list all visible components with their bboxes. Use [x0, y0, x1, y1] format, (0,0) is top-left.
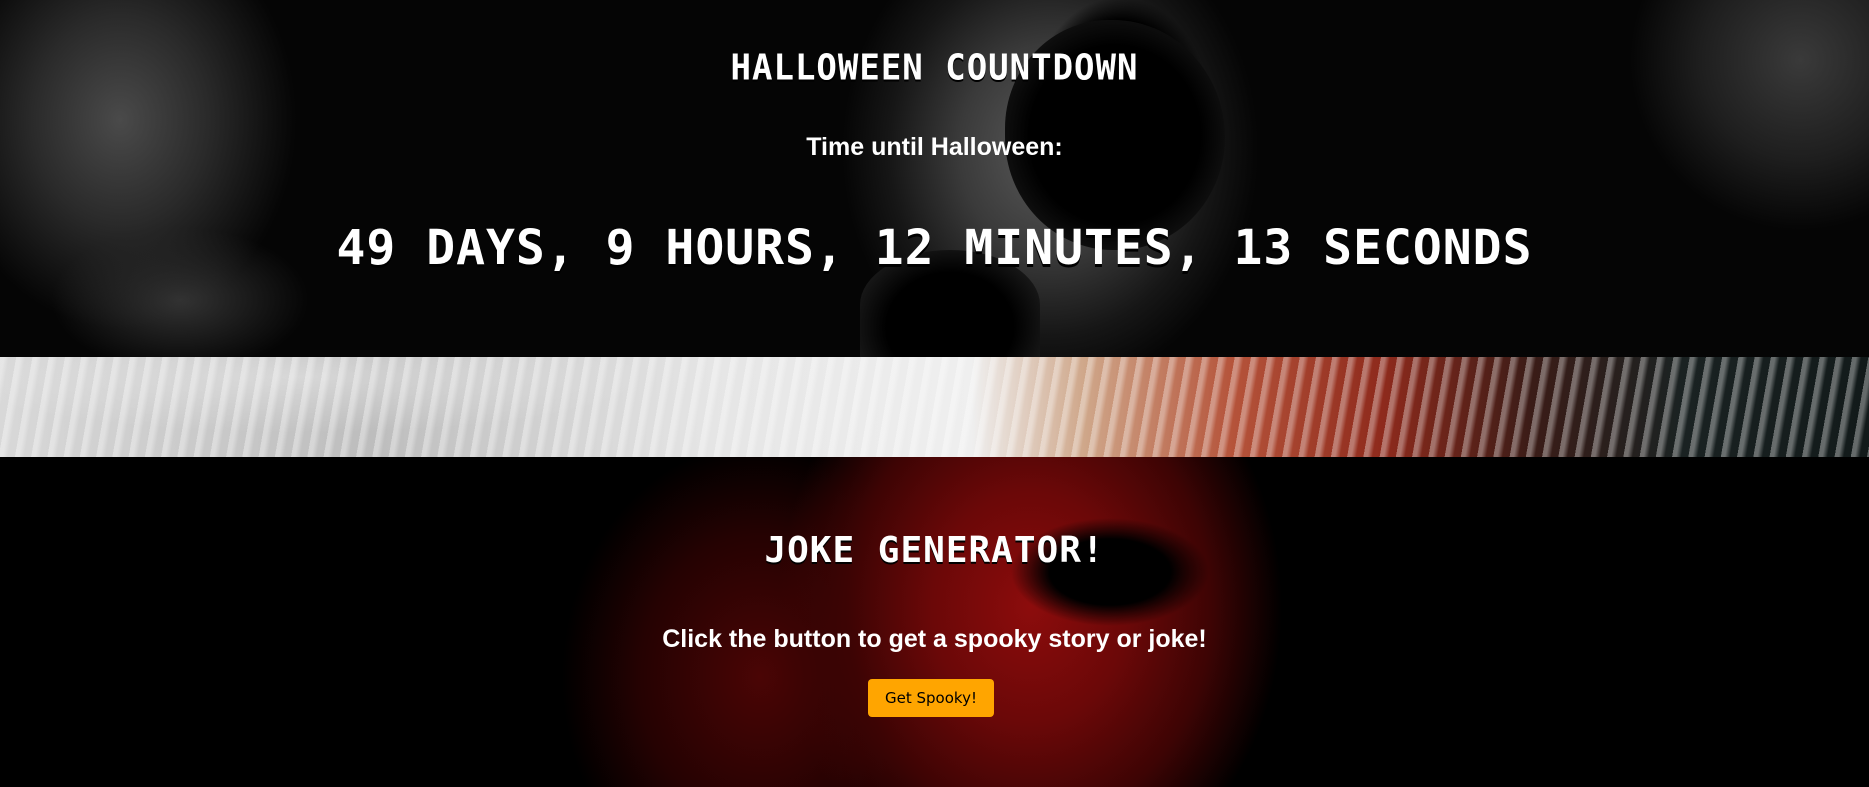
lace-divider-image — [0, 357, 1869, 457]
joke-instructions: Click the button to get a spooky story o… — [662, 625, 1207, 653]
countdown-title: Halloween Countdown — [730, 47, 1139, 89]
joke-section — [0, 457, 1869, 787]
countdown-timer: 49 days, 9 hours, 12 minutes, 13 seconds — [336, 220, 1533, 276]
page: Halloween Countdown Time until Halloween… — [0, 0, 1869, 787]
countdown-subtitle: Time until Halloween: — [806, 133, 1063, 161]
joke-generator-title: Joke Generator! — [764, 530, 1105, 571]
get-spooky-button[interactable]: Get Spooky! — [868, 679, 994, 717]
